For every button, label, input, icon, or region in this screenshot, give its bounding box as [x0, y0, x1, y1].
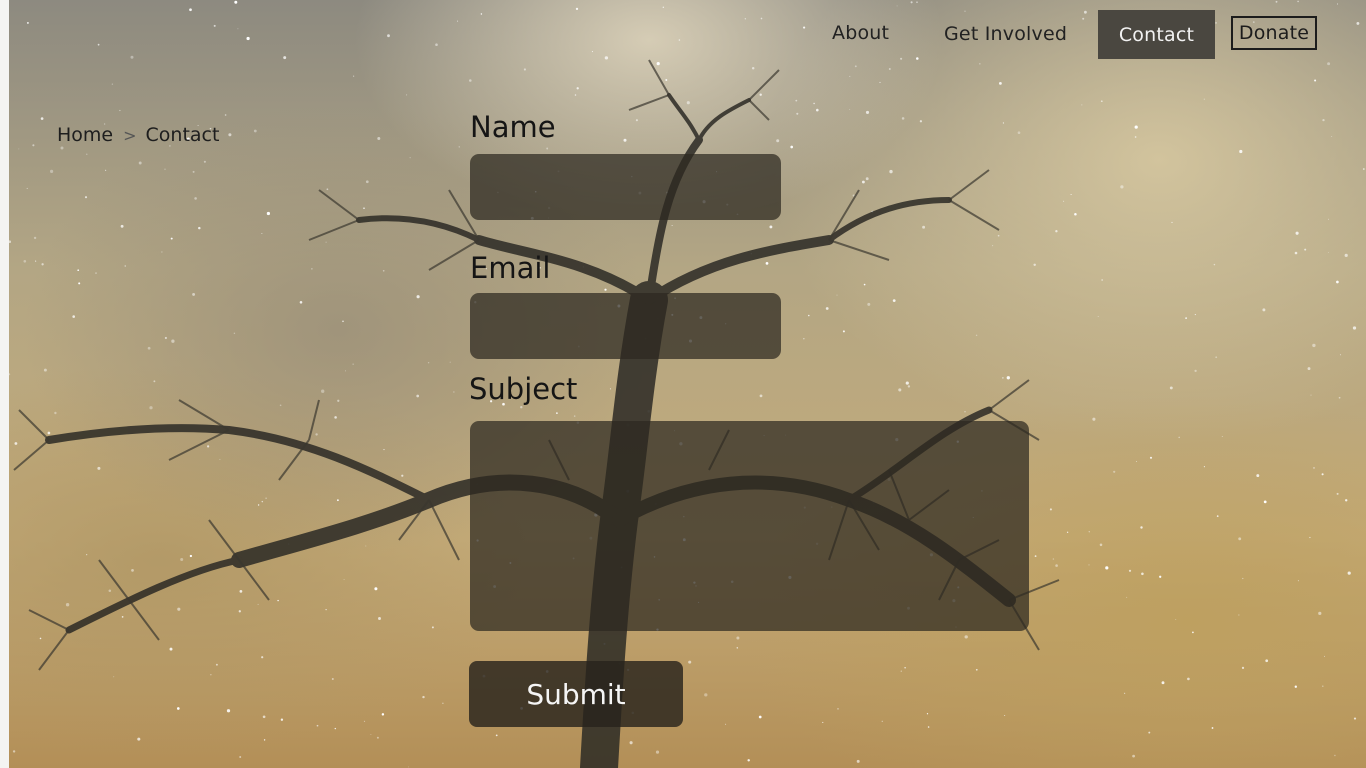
nav-about-link[interactable]: About — [832, 22, 889, 44]
name-label: Name — [470, 110, 556, 144]
email-input[interactable] — [470, 293, 781, 359]
breadcrumb-current: Contact — [145, 124, 220, 146]
nav-donate-button[interactable]: Donate — [1231, 16, 1317, 50]
page-background: About Get Involved Contact Donate Home >… — [9, 0, 1366, 768]
nav-contact-link[interactable]: Contact — [1098, 10, 1215, 59]
subject-textarea[interactable] — [470, 421, 1029, 631]
tree-silhouette-background — [13, 59, 1060, 768]
name-input[interactable] — [470, 154, 781, 220]
nav-get-involved-link[interactable]: Get Involved — [944, 23, 1067, 45]
subject-label: Subject — [469, 372, 578, 406]
breadcrumb: Home > Contact — [57, 124, 219, 146]
breadcrumb-separator: > — [123, 125, 137, 145]
breadcrumb-home-link[interactable]: Home — [57, 124, 113, 146]
email-label: Email — [470, 251, 551, 285]
submit-button[interactable]: Submit — [469, 661, 683, 727]
